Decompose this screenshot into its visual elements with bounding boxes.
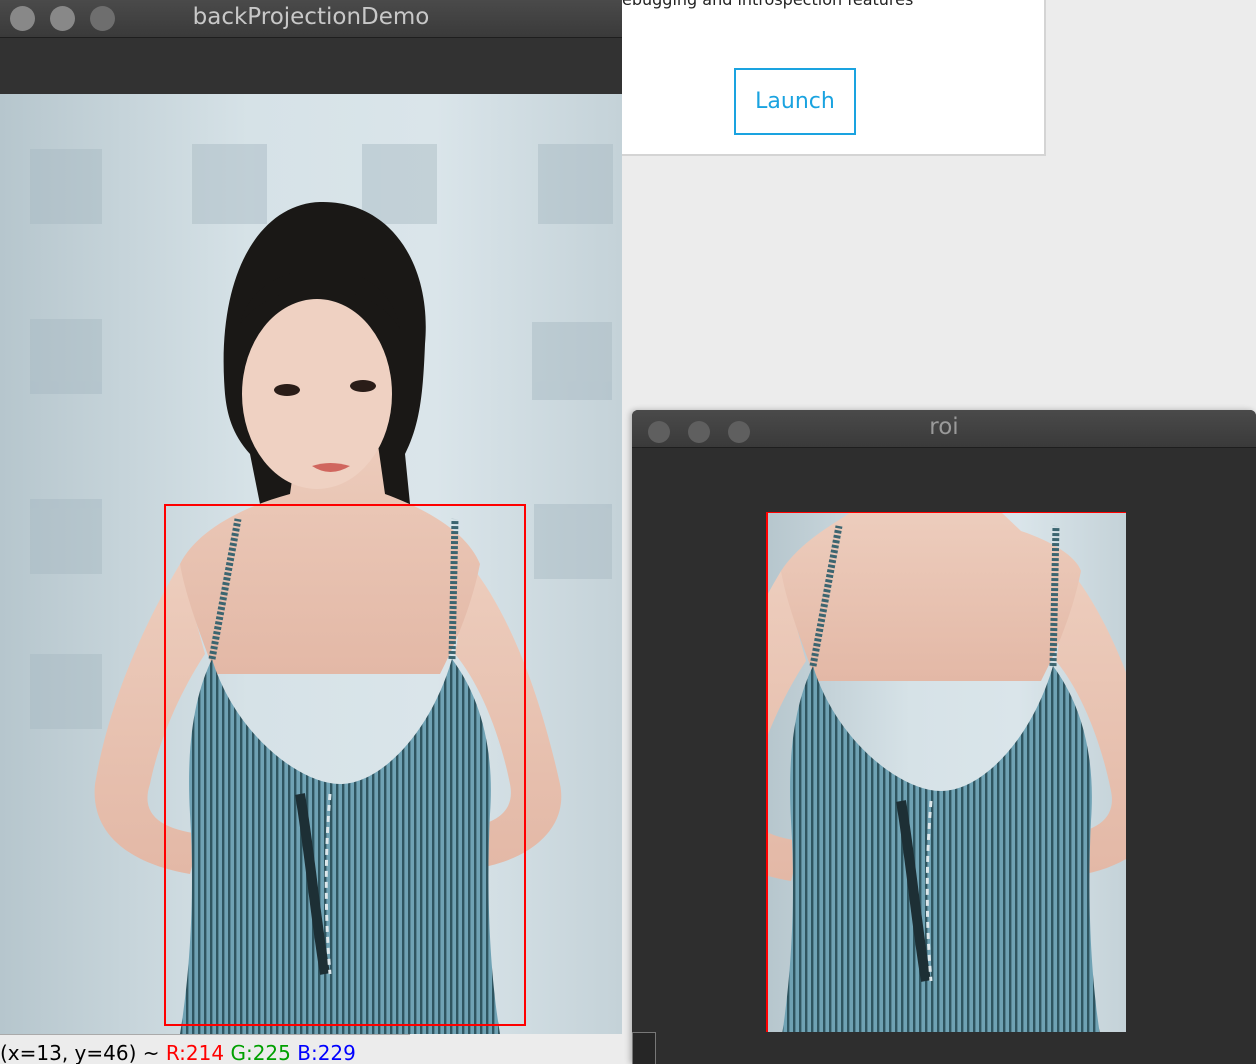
background-app-text: ebugging and introspection features	[622, 0, 913, 9]
status-b-value: B:229	[297, 1041, 356, 1064]
roi-titlebar[interactable]: roi	[632, 410, 1256, 448]
roi-window-title: roi	[929, 414, 959, 440]
main-image-view[interactable]	[0, 94, 622, 1034]
status-bar: (x=13, y=46) ~ R:214 G:225 B:229	[0, 1034, 622, 1064]
status-r-value: R:214	[165, 1041, 225, 1064]
status-coords: (x=13, y=46) ~	[0, 1041, 160, 1064]
main-window-title: backProjectionDemo	[192, 4, 430, 30]
status-g-value: G:225	[230, 1041, 291, 1064]
main-titlebar[interactable]: backProjectionDemo	[0, 0, 622, 38]
photo-image	[0, 94, 622, 1034]
roi-image-view[interactable]	[766, 512, 1126, 1032]
roi-photo-image	[766, 512, 1126, 1032]
launch-button[interactable]: Launch	[734, 68, 856, 135]
background-app-panel: ebugging and introspection features Laun…	[622, 0, 1046, 156]
main-toolbar	[0, 38, 622, 94]
status-divider	[0, 1034, 410, 1035]
main-window: backProjectionDemo (x=13, y=46) ~ R:214 …	[0, 0, 622, 1064]
roi-window: roi	[632, 410, 1256, 1064]
roi-resize-handle[interactable]	[632, 1032, 656, 1064]
